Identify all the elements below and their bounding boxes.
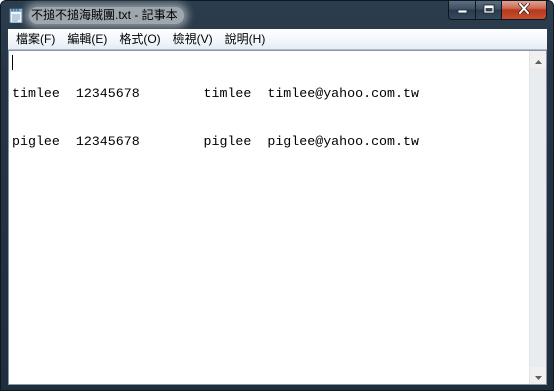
- text-caret: [12, 55, 13, 70]
- menu-view[interactable]: 檢視(V): [167, 29, 219, 49]
- scroll-down-button[interactable]: [530, 367, 546, 384]
- close-icon: [517, 1, 531, 19]
- editor-content[interactable]: timlee 12345678 timlee timlee@yahoo.com.…: [12, 54, 528, 384]
- scroll-up-button[interactable]: [530, 51, 546, 68]
- vertical-scrollbar[interactable]: [529, 51, 546, 384]
- title-bar[interactable]: 不搥不搥海賊團.txt - 記事本: [1, 1, 553, 29]
- arrow-up-icon: [534, 51, 542, 69]
- maximize-icon: [483, 1, 495, 19]
- editor-line: piglee 12345678 piglee piglee@yahoo.com.…: [12, 134, 419, 149]
- minimize-icon: [457, 1, 468, 19]
- menu-edit[interactable]: 編輯(E): [61, 29, 113, 49]
- minimize-button[interactable]: [448, 1, 475, 20]
- notepad-icon[interactable]: [9, 7, 23, 24]
- notepad-window: 不搥不搥海賊團.txt - 記事本 檔案(F) 編輯(E) 格式(O) 檢視(V…: [0, 0, 554, 391]
- menu-format[interactable]: 格式(O): [113, 29, 166, 49]
- arrow-down-icon: [534, 367, 542, 385]
- caption-buttons: [448, 1, 547, 20]
- window-title: 不搥不搥海賊團.txt - 記事本: [29, 7, 184, 24]
- menu-bar: 檔案(F) 編輯(E) 格式(O) 檢視(V) 說明(H): [8, 29, 547, 50]
- close-button[interactable]: [501, 1, 547, 20]
- menu-file[interactable]: 檔案(F): [8, 29, 61, 49]
- maximize-button[interactable]: [475, 1, 501, 20]
- editor-line: timlee 12345678 timlee timlee@yahoo.com.…: [12, 86, 419, 101]
- menu-help[interactable]: 說明(H): [219, 29, 272, 49]
- text-editor[interactable]: timlee 12345678 timlee timlee@yahoo.com.…: [8, 50, 547, 385]
